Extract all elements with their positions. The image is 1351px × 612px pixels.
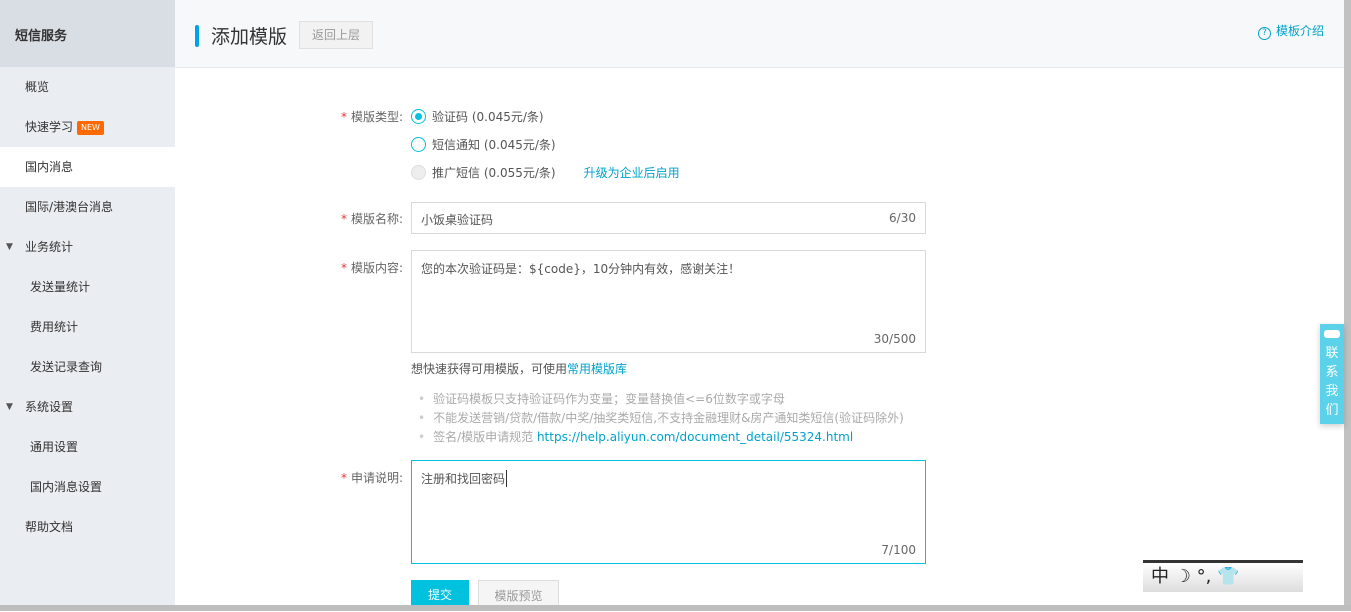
upgrade-link[interactable]: 升级为企业后启用 bbox=[584, 164, 680, 181]
caret-down-icon: ▼ bbox=[6, 242, 13, 252]
sidebar: 短信服务 概览 快速学习 NEW 国内消息 国际/港澳台消息 ▼ 业务统计 发送量统… bbox=[0, 0, 175, 611]
sidebar-item-label: 国内消息 bbox=[25, 160, 74, 174]
sidebar-item-international[interactable]: 国际/港澳台消息 bbox=[0, 187, 175, 227]
tip-item: 不能发送营销/贷款/借款/中奖/抽奖类短信,不支持金融理财&房产通知类短信(验证… bbox=[418, 409, 904, 428]
sidebar-item-send-stats[interactable]: 发送量统计 bbox=[0, 267, 175, 307]
sidebar-group-settings[interactable]: ▼ 系统设置 bbox=[0, 387, 175, 427]
template-library-link[interactable]: 常用模版库 bbox=[567, 362, 627, 376]
sidebar-item-help[interactable]: 帮助文档 bbox=[0, 507, 175, 547]
taskbar bbox=[0, 605, 1351, 611]
tips-list: 验证码模板只支持验证码作为变量；变量替换值<=6位数字或字母 不能发送营销/贷款… bbox=[418, 390, 904, 447]
spec-link[interactable]: https://help.aliyun.com/document_detail/… bbox=[537, 430, 853, 444]
radio-checked-icon bbox=[411, 109, 426, 124]
question-icon: ? bbox=[1257, 27, 1271, 40]
sidebar-item-cost-stats[interactable]: 费用统计 bbox=[0, 307, 175, 347]
caret-down-icon: ▼ bbox=[6, 402, 13, 412]
type-label: * 模版类型: bbox=[340, 110, 403, 124]
template-library-hint: 想快速获得可用模版，可使用常用模版库 bbox=[411, 362, 628, 376]
radio-verification[interactable]: 验证码 (0.045元/条) bbox=[411, 108, 544, 125]
radio-icon bbox=[411, 137, 426, 152]
sidebar-group-stats[interactable]: ▼ 业务统计 bbox=[0, 227, 175, 267]
skin-icon: 👕 bbox=[1217, 566, 1240, 587]
sidebar-item-overview[interactable]: 概览 bbox=[0, 67, 175, 107]
sidebar-item-label: 概览 bbox=[25, 80, 50, 94]
sidebar-item-label: 国内消息设置 bbox=[30, 480, 103, 494]
title-accent-bar bbox=[195, 25, 199, 47]
radio-notification[interactable]: 短信通知 (0.045元/条) bbox=[411, 136, 556, 153]
sidebar-item-label: 系统设置 bbox=[25, 400, 74, 414]
chat-icon bbox=[1324, 330, 1340, 338]
template-intro-link[interactable]: ? 模板介绍 bbox=[1257, 22, 1324, 40]
sidebar-item-label: 帮助文档 bbox=[25, 520, 74, 534]
content-label: * 模版内容: bbox=[340, 261, 403, 275]
new-badge: NEW bbox=[77, 120, 104, 135]
ime-mode-label: 中 bbox=[1151, 566, 1169, 587]
back-button[interactable]: 返回上层 bbox=[299, 21, 373, 49]
sidebar-item-general-settings[interactable]: 通用设置 bbox=[0, 427, 175, 467]
tip-item: 验证码模板只支持验证码作为变量；变量替换值<=6位数字或字母 bbox=[418, 390, 904, 409]
sidebar-item-quick-learn[interactable]: 快速学习 NEW bbox=[0, 107, 175, 147]
template-name-input[interactable]: 小饭桌验证码 6/30 bbox=[411, 202, 926, 234]
tip-item: 签名/模版申请规范 https://help.aliyun.com/docume… bbox=[418, 428, 904, 447]
reason-textarea[interactable]: 注册和找回密码 7/100 bbox=[411, 460, 926, 564]
sidebar-title: 短信服务 bbox=[0, 0, 175, 67]
ime-toolbar[interactable]: 中 ☽ °, 👕 bbox=[1143, 560, 1303, 592]
page-header: 添加模版 返回上层 ? 模板介绍 bbox=[175, 0, 1344, 68]
radio-promotion: 推广短信 (0.055元/条) 升级为企业后启用 bbox=[411, 164, 680, 181]
sidebar-item-domestic[interactable]: 国内消息 bbox=[0, 147, 175, 187]
reason-label: * 申请说明: bbox=[340, 471, 403, 485]
sidebar-item-label: 发送记录查询 bbox=[30, 360, 103, 374]
sidebar-item-label: 费用统计 bbox=[30, 320, 79, 334]
template-content-textarea[interactable]: 您的本次验证码是：${code}，10分钟内有效，感谢关注！ 30/500 bbox=[411, 250, 926, 353]
sidebar-item-label: 业务统计 bbox=[25, 240, 74, 254]
sidebar-item-label: 发送量统计 bbox=[30, 280, 91, 294]
contact-us-button[interactable]: 联系我们 bbox=[1320, 324, 1344, 424]
sidebar-item-send-records[interactable]: 发送记录查询 bbox=[0, 347, 175, 387]
radio-disabled-icon bbox=[411, 165, 426, 180]
intro-label: 模板介绍 bbox=[1275, 24, 1324, 38]
name-label: * 模版名称: bbox=[340, 212, 403, 226]
sidebar-item-domestic-settings[interactable]: 国内消息设置 bbox=[0, 467, 175, 507]
page-title: 添加模版 bbox=[211, 26, 288, 48]
sidebar-item-label: 国际/港澳台消息 bbox=[25, 200, 114, 214]
sidebar-item-label: 通用设置 bbox=[30, 440, 79, 454]
scrollbar[interactable] bbox=[1344, 0, 1351, 605]
sidebar-item-label: 快速学习 bbox=[25, 120, 74, 134]
